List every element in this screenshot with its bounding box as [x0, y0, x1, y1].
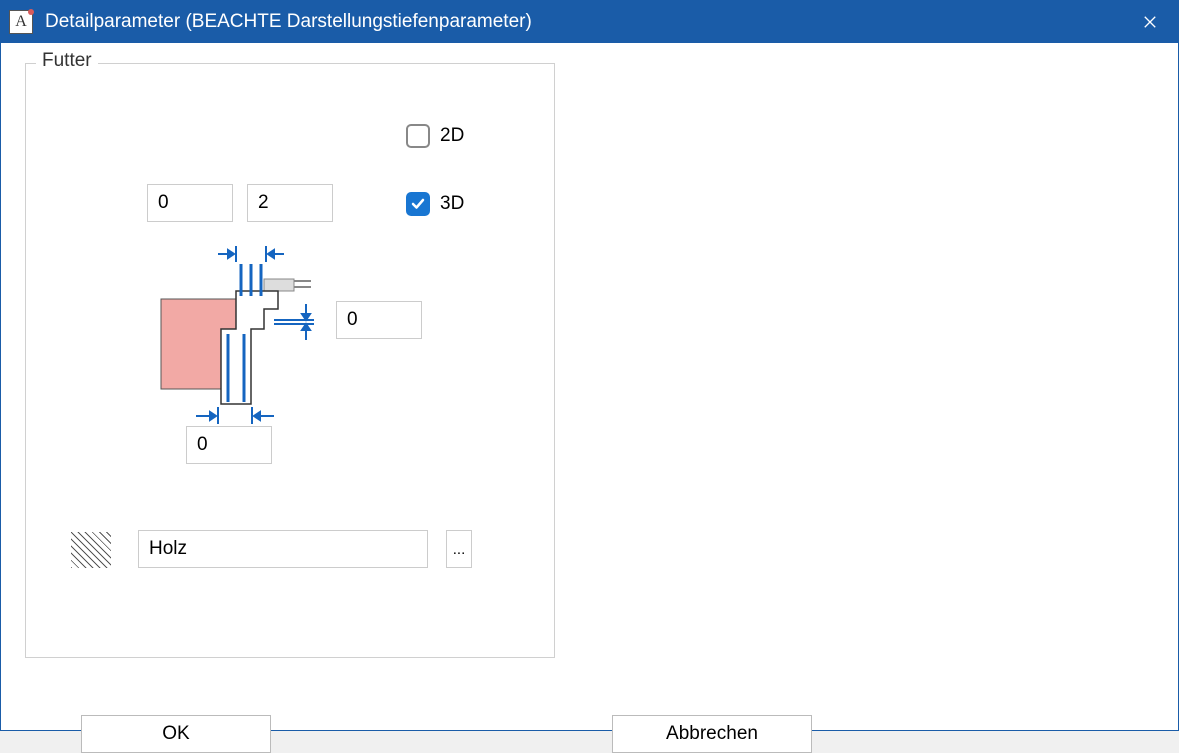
ok-label: OK [162, 723, 189, 745]
checkbox-3d[interactable]: 3D [406, 192, 464, 216]
checkbox-3d-label: 3D [440, 193, 464, 215]
close-icon [1143, 15, 1157, 29]
titlebar-title: Detailparameter (BEACHTE Darstellungstie… [45, 11, 1130, 33]
close-button[interactable] [1130, 1, 1170, 43]
checkbox-2d[interactable]: 2D [406, 124, 464, 148]
input-top-right[interactable] [247, 184, 333, 222]
material-browse-button[interactable]: ... [446, 530, 472, 568]
material-input[interactable] [138, 530, 428, 568]
input-right-mid[interactable] [336, 301, 422, 339]
dialog-window: A Detailparameter (BEACHTE Darstellungst… [0, 0, 1179, 731]
groupbox-futter: Futter 2D 3D [25, 63, 555, 658]
profile-diagram-icon [156, 234, 336, 424]
dialog-content: Futter 2D 3D [1, 43, 1178, 730]
check-icon [410, 196, 426, 212]
groupbox-title: Futter [36, 50, 98, 72]
browse-label: ... [453, 541, 466, 558]
app-icon-letter: A [15, 13, 27, 31]
cancel-button[interactable]: Abbrechen [612, 715, 812, 753]
app-icon: A [9, 10, 33, 34]
cancel-label: Abbrechen [666, 723, 758, 745]
ok-button[interactable]: OK [81, 715, 271, 753]
input-top-left[interactable] [147, 184, 233, 222]
hatch-swatch-icon [71, 532, 111, 568]
checkbox-3d-box [406, 192, 430, 216]
input-bottom[interactable] [186, 426, 272, 464]
checkbox-2d-label: 2D [440, 125, 464, 147]
titlebar: A Detailparameter (BEACHTE Darstellungst… [1, 1, 1178, 43]
checkbox-2d-box [406, 124, 430, 148]
